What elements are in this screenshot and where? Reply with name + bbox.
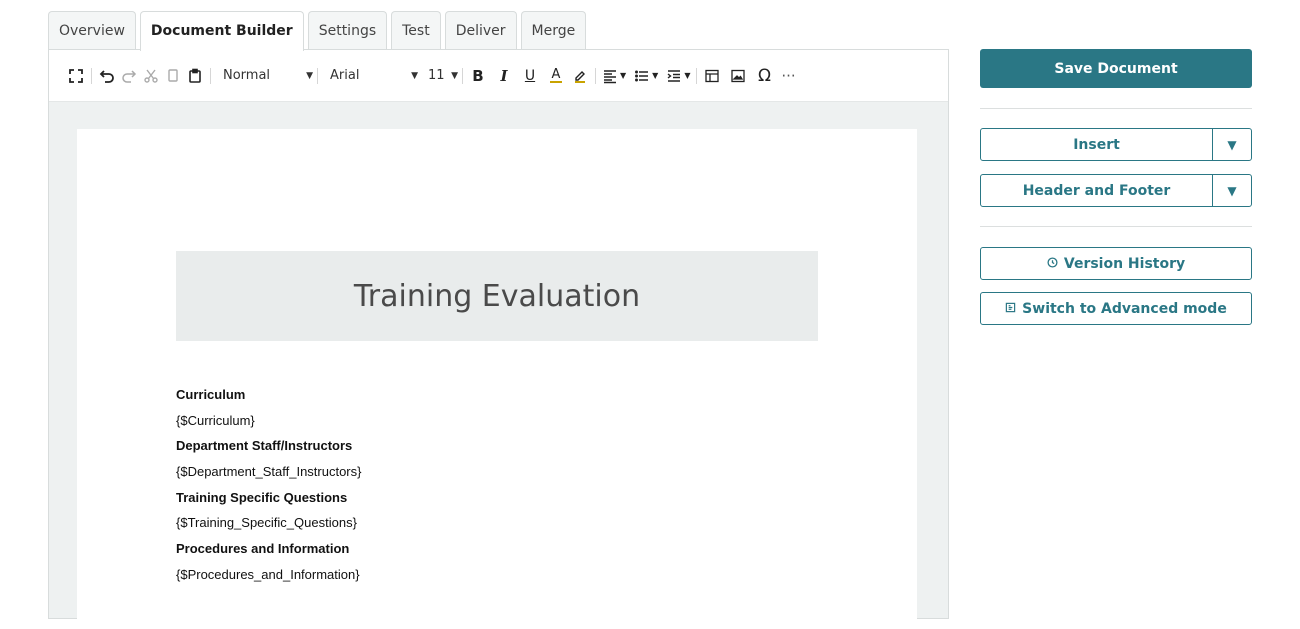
image-icon[interactable] <box>727 64 749 88</box>
merge-field: {$Training_Specific_Questions} <box>176 515 357 531</box>
divider <box>980 108 1252 109</box>
font-color-bar <box>550 80 562 83</box>
toolbar-separator <box>210 67 211 84</box>
version-history-label: Version History <box>1063 255 1186 272</box>
insert-dropdown-toggle[interactable]: ▼ <box>1213 129 1251 160</box>
undo-icon[interactable] <box>96 64 118 88</box>
redo-icon[interactable] <box>118 64 140 88</box>
tab-overview[interactable]: Overview <box>48 11 136 50</box>
section-heading: Training Specific Questions <box>176 489 348 505</box>
merge-field: {$Curriculum} <box>176 412 255 428</box>
caret-down-icon: ▼ <box>1227 183 1237 198</box>
font-color-button[interactable]: A <box>545 64 567 88</box>
toolbar-separator <box>91 67 92 84</box>
toolbar-separator <box>696 67 698 84</box>
special-character-button[interactable]: Ω <box>753 64 775 88</box>
bold-button[interactable]: B <box>467 64 489 88</box>
merge-field: {$Procedures_and_Information} <box>176 566 360 582</box>
code-icon <box>1005 302 1016 316</box>
tab-deliver[interactable]: Deliver <box>444 11 517 50</box>
font-family-dropdown[interactable]: Arial ▼ <box>322 64 418 88</box>
font-size-value: 11 <box>428 68 445 83</box>
editor-toolbar: Normal ▼ Arial ▼ 11 ▼ B I U A ▼ ▼ ▼ Ω ··… <box>49 50 948 102</box>
advanced-mode-button[interactable]: Switch to Advanced mode <box>980 292 1252 325</box>
tab-settings[interactable]: Settings <box>307 11 388 50</box>
section-heading: Procedures and Information <box>176 541 350 557</box>
indent-icon[interactable]: ▼ <box>664 64 692 88</box>
paragraph-style-dropdown[interactable]: Normal ▼ <box>215 64 313 88</box>
header-footer-split-button: Header and Footer ▼ <box>980 174 1252 207</box>
chevron-down-icon: ▼ <box>684 71 691 80</box>
toolbar-separator <box>317 67 318 84</box>
table-icon[interactable] <box>701 64 723 88</box>
document-body: Curriculum {$Curriculum} Department Staf… <box>176 385 361 591</box>
more-options-button[interactable]: ··· <box>777 64 799 88</box>
version-history-button[interactable]: Version History <box>980 247 1252 280</box>
clock-icon <box>1047 256 1058 271</box>
section-heading: Curriculum <box>176 387 246 402</box>
save-document-button[interactable]: Save Document <box>980 49 1252 88</box>
paste-icon[interactable] <box>184 64 206 88</box>
document-page[interactable]: Training Evaluation Curriculum {$Curricu… <box>77 129 917 629</box>
header-footer-button[interactable]: Header and Footer <box>981 175 1213 206</box>
copy-icon[interactable] <box>162 64 184 88</box>
chevron-down-icon: ▼ <box>451 70 458 81</box>
insert-button[interactable]: Insert <box>981 129 1213 160</box>
font-family-value: Arial <box>330 68 360 83</box>
paragraph-style-value: Normal <box>223 68 271 83</box>
highlight-icon[interactable] <box>569 64 591 88</box>
fullscreen-icon[interactable] <box>65 64 87 88</box>
font-size-dropdown[interactable]: 11 ▼ <box>418 64 458 88</box>
section-heading: Department Staff/Instructors <box>176 438 353 454</box>
document-editor: Normal ▼ Arial ▼ 11 ▼ B I U A ▼ ▼ ▼ Ω ··… <box>48 49 949 629</box>
cut-icon[interactable] <box>140 64 162 88</box>
tab-merge[interactable]: Merge <box>520 11 587 50</box>
advanced-mode-label: Switch to Advanced mode <box>1022 300 1227 317</box>
tab-bar: Overview Document Builder Settings Test … <box>48 11 587 51</box>
chevron-down-icon: ▼ <box>620 71 627 80</box>
italic-button[interactable]: I <box>493 64 515 88</box>
tab-document-builder[interactable]: Document Builder <box>139 11 304 51</box>
tab-test[interactable]: Test <box>391 11 441 50</box>
toolbar-separator <box>462 67 463 84</box>
bullet-list-icon[interactable]: ▼ <box>632 64 660 88</box>
insert-split-button: Insert ▼ <box>980 128 1252 161</box>
chevron-down-icon: ▼ <box>411 70 418 81</box>
toolbar-separator <box>595 67 596 84</box>
merge-field: {$Department_Staff_Instructors} <box>176 464 362 480</box>
chevron-down-icon: ▼ <box>652 71 659 80</box>
document-title-banner: Training Evaluation <box>176 251 818 341</box>
font-color-icon: A <box>551 66 561 82</box>
chevron-down-icon: ▼ <box>306 70 313 81</box>
divider <box>980 226 1252 227</box>
caret-down-icon: ▼ <box>1227 137 1237 152</box>
header-footer-dropdown-toggle[interactable]: ▼ <box>1213 175 1251 206</box>
align-left-icon[interactable]: ▼ <box>600 64 628 88</box>
underline-button[interactable]: U <box>519 64 541 88</box>
